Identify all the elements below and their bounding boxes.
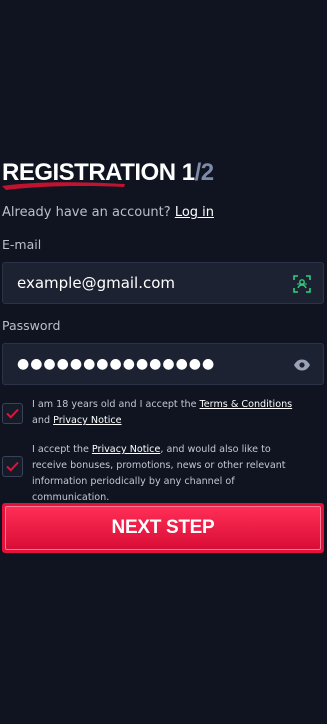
login-link[interactable]: Log in [175, 205, 214, 220]
email-label: E-mail [2, 237, 42, 252]
marketing-text-before: I accept the [32, 444, 92, 455]
email-field[interactable]: example@gmail.com [2, 262, 324, 304]
step-current: 1 [181, 159, 195, 186]
password-label: Password [2, 318, 61, 333]
next-step-button[interactable]: NEXT STEP [2, 503, 324, 553]
password-value[interactable]: ●●●●●●●●●●●●●●● [17, 344, 215, 384]
age-terms-text-before: I am 18 years old and I accept the [32, 399, 200, 410]
marketing-text: I accept the Privacy Notice, and would a… [32, 442, 307, 506]
login-prompt: Already have an account? Log in [2, 205, 214, 220]
page-title: REGISTRATION 1/2 [2, 158, 214, 188]
email-value[interactable]: example@gmail.com [17, 263, 175, 303]
id-scan-icon[interactable] [293, 275, 311, 293]
marketing-privacy-notice-link[interactable]: Privacy Notice [92, 444, 160, 455]
password-field[interactable]: ●●●●●●●●●●●●●●● [2, 343, 324, 385]
age-terms-consent: I am 18 years old and I accept the Terms… [2, 399, 324, 437]
checkmark-icon [6, 408, 19, 419]
marketing-checkbox[interactable] [2, 456, 23, 477]
next-step-button-face[interactable]: NEXT STEP [5, 506, 321, 550]
age-terms-checkbox[interactable] [2, 403, 23, 424]
title-text: REGISTRATION [2, 159, 176, 186]
registration-screen: REGISTRATION 1/2 Already have an account… [0, 0, 327, 724]
checkmark-icon [6, 461, 19, 472]
step-total: 2 [200, 159, 214, 186]
have-account-text: Already have an account? [2, 205, 171, 220]
terms-conditions-link[interactable]: Terms & Conditions [200, 399, 293, 410]
eye-icon[interactable] [293, 356, 311, 374]
age-terms-text-middle: and [32, 415, 54, 426]
marketing-consent: I accept the Privacy Notice, and would a… [2, 444, 324, 506]
next-step-label: NEXT STEP [111, 517, 215, 538]
privacy-notice-link[interactable]: Privacy Notice [53, 415, 121, 426]
age-terms-text: I am 18 years old and I accept the Terms… [32, 397, 307, 429]
